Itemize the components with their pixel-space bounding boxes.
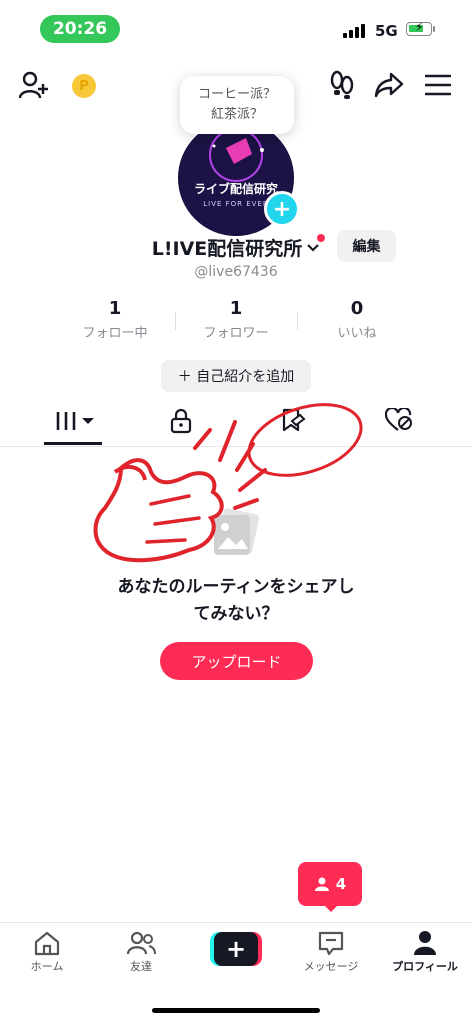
nav-home[interactable]: ホーム — [0, 930, 94, 974]
create-button[interactable]: + — [210, 932, 262, 966]
status-bubble[interactable]: コーヒー派？ 紅茶派？ — [180, 76, 294, 134]
nav-label: プロフィール — [392, 960, 458, 973]
share-icon[interactable] — [374, 72, 404, 98]
add-avatar-button[interactable]: + — [264, 191, 300, 227]
chevron-down-icon[interactable] — [306, 243, 320, 253]
coin-icon[interactable]: P — [72, 74, 96, 98]
empty-state-message: あなたのルーティンをシェアし てみない？ — [60, 574, 412, 628]
friends-icon — [126, 931, 156, 955]
nav-profile[interactable]: プロフィール — [378, 930, 472, 974]
liked-icon[interactable] — [385, 408, 413, 432]
handle: @live67436 — [194, 264, 278, 280]
annotation-overlay — [93, 403, 363, 563]
nav-friends[interactable]: 友達 — [94, 930, 188, 974]
stat-label: フォロワー — [203, 326, 269, 341]
nav-messages[interactable]: メッセージ — [284, 930, 378, 974]
stat-following[interactable]: 1 フォロー中 — [55, 298, 175, 341]
nav-label: ホーム — [30, 960, 64, 973]
stat-label: フォロー中 — [82, 326, 148, 341]
battery-tip — [433, 26, 435, 32]
edit-button[interactable]: 編集 — [337, 230, 396, 262]
bubble-line2: 紅茶派？ — [210, 107, 263, 122]
display-name: L!IVE配信研究所 — [151, 238, 303, 260]
network-label: 5G — [375, 22, 398, 40]
badge-tail — [323, 904, 339, 912]
empty-line2: てみない？ — [193, 604, 279, 624]
add-bio-button[interactable]: ＋ 自己紹介を追加 — [161, 360, 311, 392]
bubble-line1: コーヒー派？ — [197, 87, 276, 102]
bottom-nav-divider — [0, 922, 472, 923]
stat-value: 0 — [350, 298, 364, 319]
signal-icon — [343, 24, 365, 38]
create-icon: + — [214, 932, 258, 966]
nav-label: メッセージ — [303, 960, 359, 973]
battery-icon: ⚡ — [406, 20, 432, 36]
friend-request-badge[interactable]: 4 — [298, 862, 362, 906]
badge-count: 4 — [335, 875, 347, 893]
home-indicator — [152, 1008, 320, 1013]
empty-line1: あなたのルーティンをシェアし — [117, 577, 355, 597]
stat-likes[interactable]: 0 いいね — [297, 298, 417, 341]
profile-icon — [414, 931, 436, 955]
upload-button[interactable]: アップロード — [160, 642, 313, 680]
home-icon — [34, 931, 60, 956]
menu-icon[interactable] — [425, 74, 451, 96]
stat-value: 1 — [229, 298, 243, 319]
person-icon — [314, 877, 329, 891]
status-time: 20:26 — [40, 15, 120, 43]
add-friend-icon[interactable] — [18, 70, 50, 100]
stat-label: いいね — [337, 326, 377, 341]
notification-dot — [317, 234, 325, 242]
stat-value: 1 — [108, 298, 122, 319]
message-icon — [318, 931, 344, 956]
username-row[interactable]: L!IVE配信研究所 — [0, 234, 472, 261]
nav-label: 友達 — [130, 960, 152, 973]
footprint-icon[interactable] — [329, 70, 355, 100]
stat-followers[interactable]: 1 フォロワー — [176, 298, 296, 341]
